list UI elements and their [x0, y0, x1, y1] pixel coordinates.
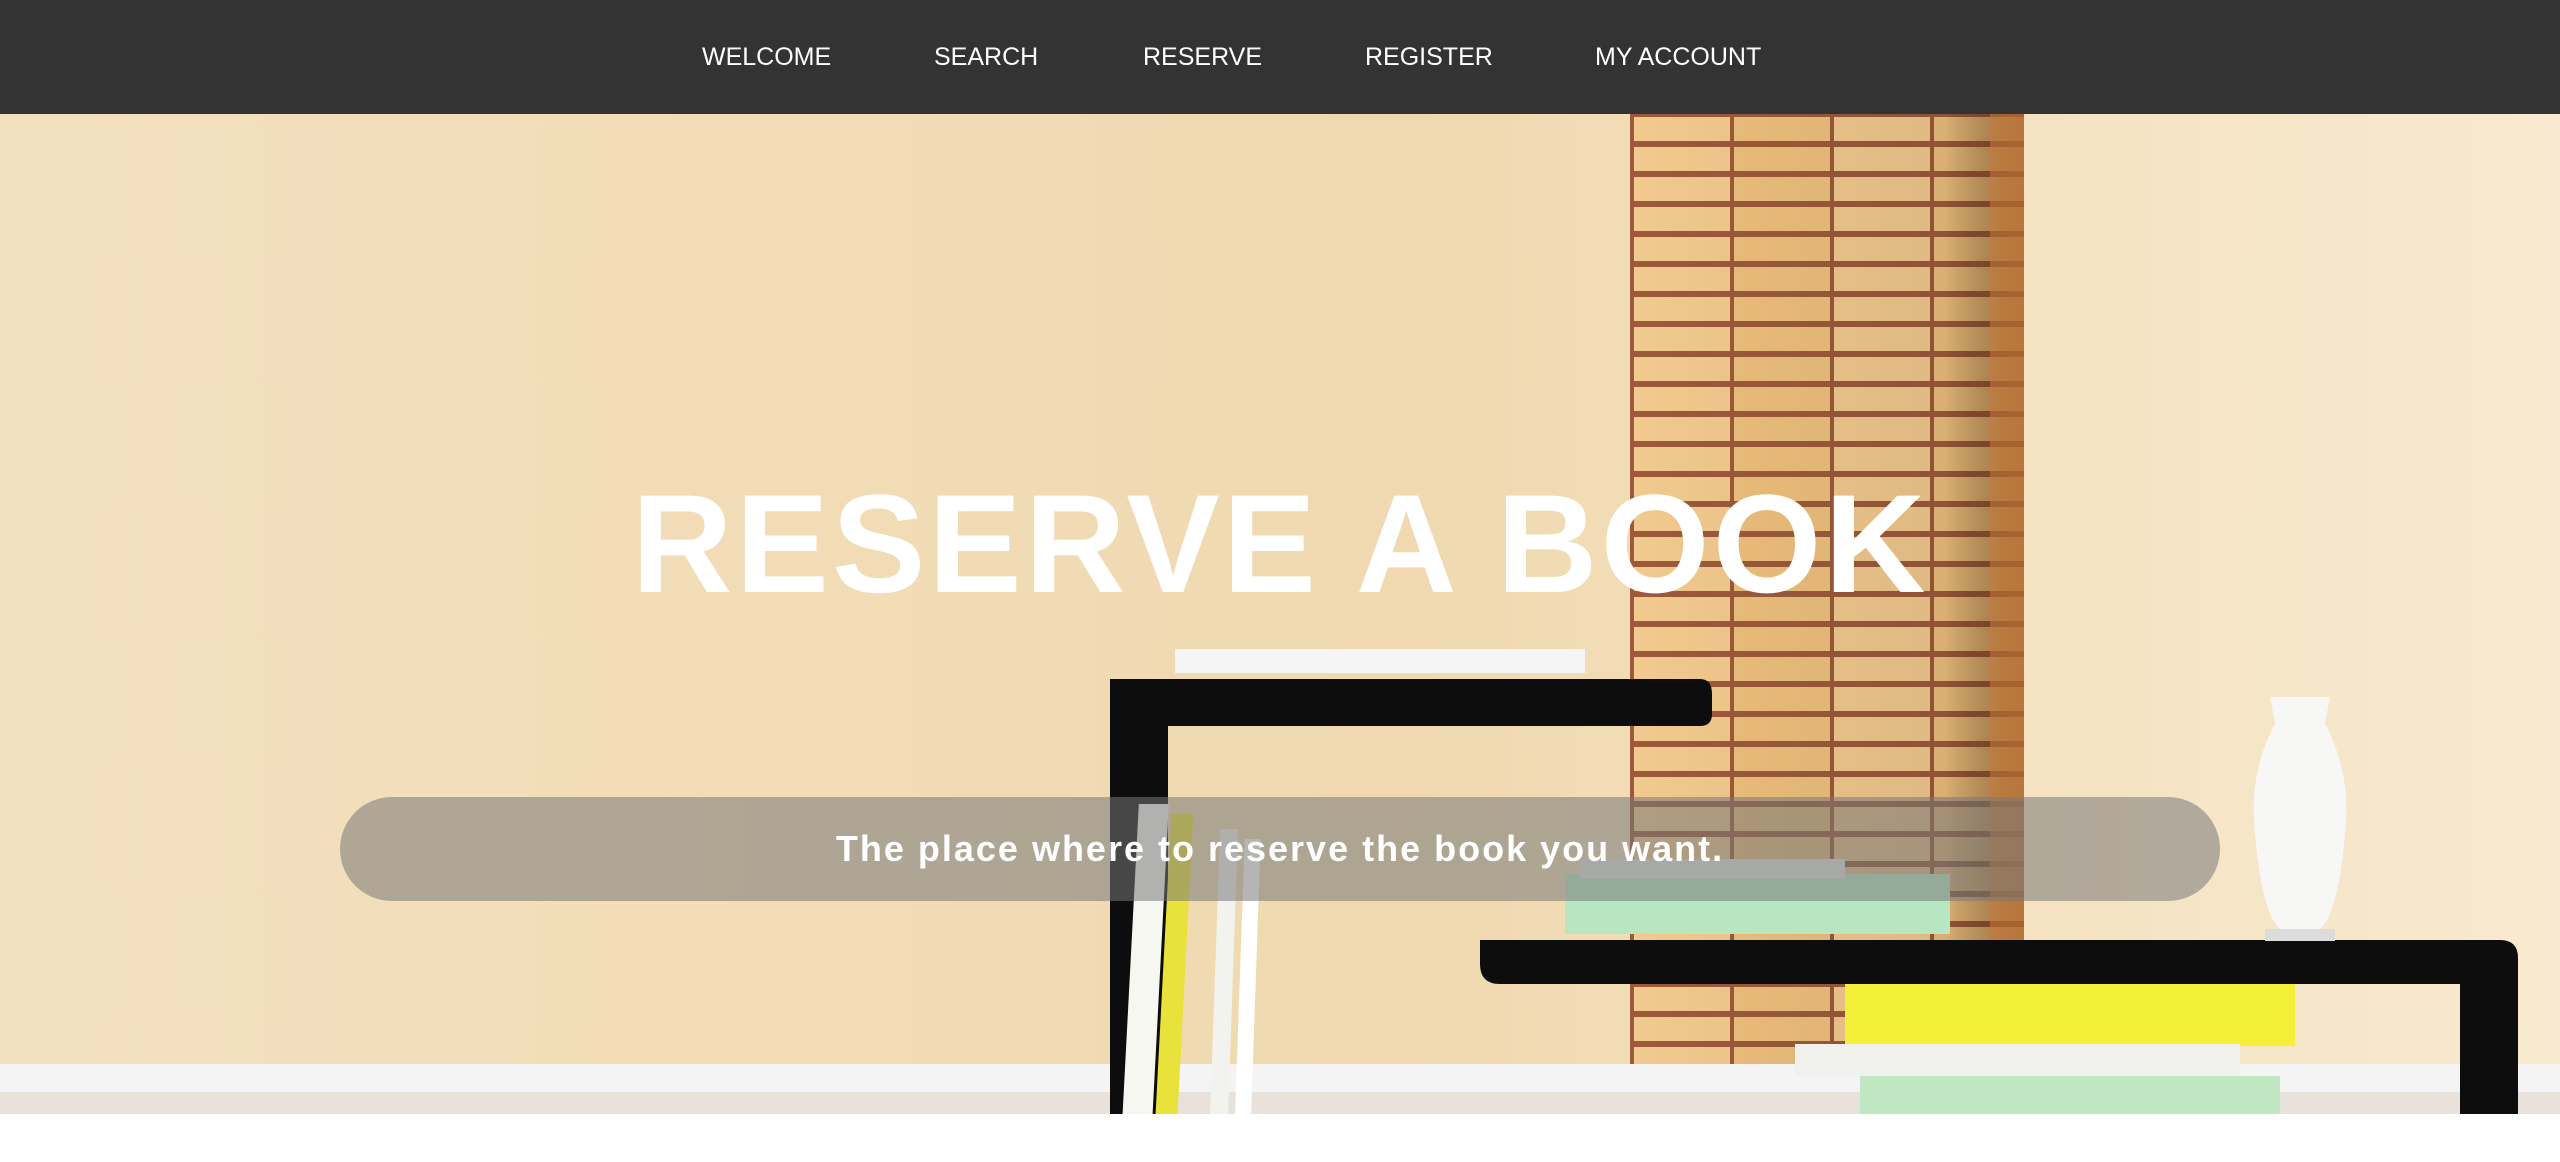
tagline-banner: The place where to reserve the book you …: [340, 797, 2220, 901]
tagline-text: The place where to reserve the book you …: [835, 828, 1725, 869]
nav-welcome-link[interactable]: WELCOME: [702, 0, 831, 114]
nav-my-account-link[interactable]: MY ACCOUNT: [1595, 0, 1761, 114]
nav-register-link[interactable]: REGISTER: [1365, 0, 1493, 114]
nav-reserve-link[interactable]: RESERVE: [1143, 0, 1262, 114]
hero-banner: RESERVE A BOOK The place where to reserv…: [0, 114, 2560, 1114]
hero-title: RESERVE A BOOK: [631, 465, 1929, 622]
nav-search-link[interactable]: SEARCH: [934, 0, 1038, 114]
top-navigation-bar: WELCOME SEARCH RESERVE REGISTER MY ACCOU…: [0, 0, 2560, 114]
